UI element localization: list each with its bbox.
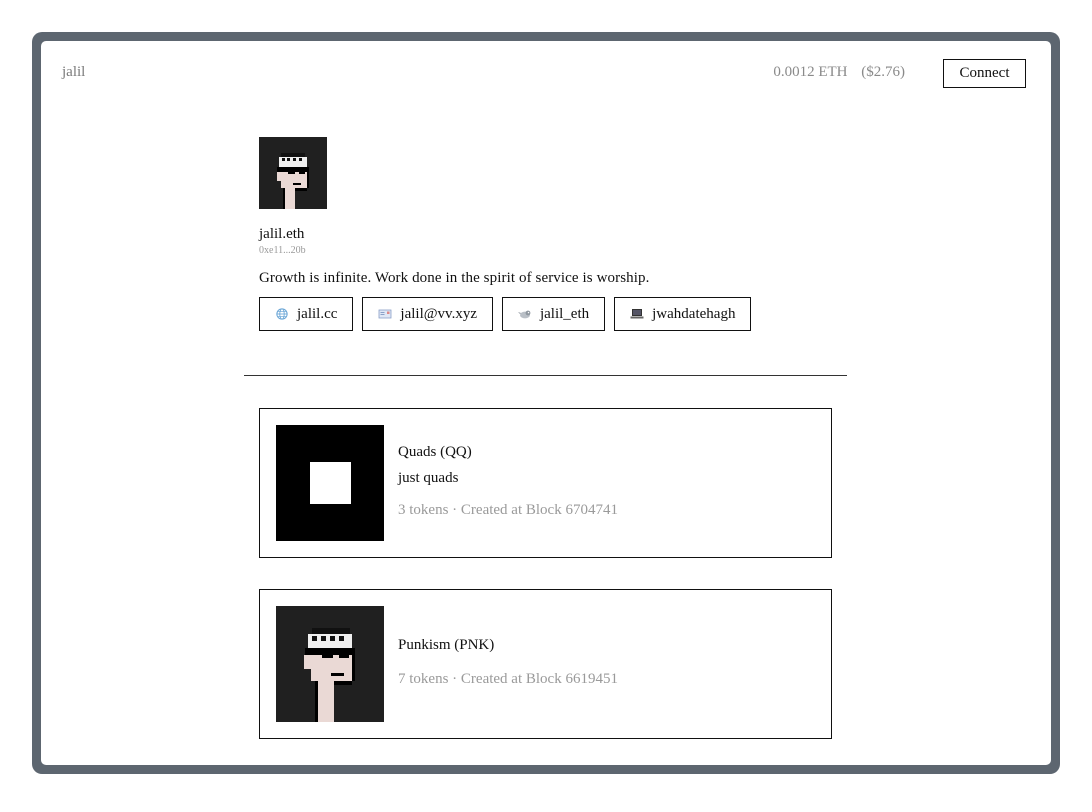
email-icon [379,309,392,319]
connect-button[interactable]: Connect [943,59,1026,88]
collection-description: just quads [398,470,459,486]
collection-info: Punkism (PNK) 7 tokens · Created at Bloc… [398,637,618,688]
profile-links: jalil.cc jalil@vv.xyz jalil_eth jwahdate… [259,297,752,331]
wallet-balance: 0.0012 ETH ($2.76) [773,64,905,81]
wallet-address[interactable]: 0xe11...20b [259,245,751,256]
brand-link[interactable]: jalil [62,64,85,81]
collection-name: Quads (QQ) [398,444,472,460]
twitter-icon [517,310,531,319]
github-link[interactable]: jwahdatehagh [614,297,752,331]
website-link[interactable]: jalil.cc [259,297,354,331]
section-divider [244,375,847,376]
collection-meta: 7 tokens · Created at Block 6619451 [398,671,618,687]
collection-card-quads[interactable]: Quads (QQ) just quads 3 tokens · Created… [259,408,832,558]
github-icon [630,309,644,319]
eth-balance: 0.0012 ETH [773,64,848,80]
link-label: jalil.cc [297,305,338,322]
app-window: jalil 0.0012 ETH ($2.76) Connect jalil.e… [41,41,1051,765]
profile-bio: Growth is infinite. Work done in the spi… [259,270,650,286]
link-label: jalil@vv.xyz [400,305,477,322]
collection-card-punkism[interactable]: Punkism (PNK) 7 tokens · Created at Bloc… [259,589,832,739]
collection-name: Punkism (PNK) [398,637,495,653]
ens-name: jalil.eth [259,226,305,242]
quad-art [276,425,384,541]
globe-icon [276,308,288,320]
link-label: jalil_eth [539,305,590,322]
twitter-link[interactable]: jalil_eth [501,297,606,331]
punk-art [276,606,384,722]
email-link[interactable]: jalil@vv.xyz [362,297,493,331]
collection-info: Quads (QQ) just quads 3 tokens · Created… [398,444,618,519]
browser-frame: jalil 0.0012 ETH ($2.76) Connect jalil.e… [32,32,1060,774]
link-label: jwahdatehagh [652,305,736,322]
collection-meta: 3 tokens · Created at Block 6704741 [398,502,618,518]
profile-avatar [259,137,327,209]
usd-balance: ($2.76) [861,64,905,80]
profile-section: jalil.eth 0xe11...20b Growth is infinite… [259,137,752,331]
